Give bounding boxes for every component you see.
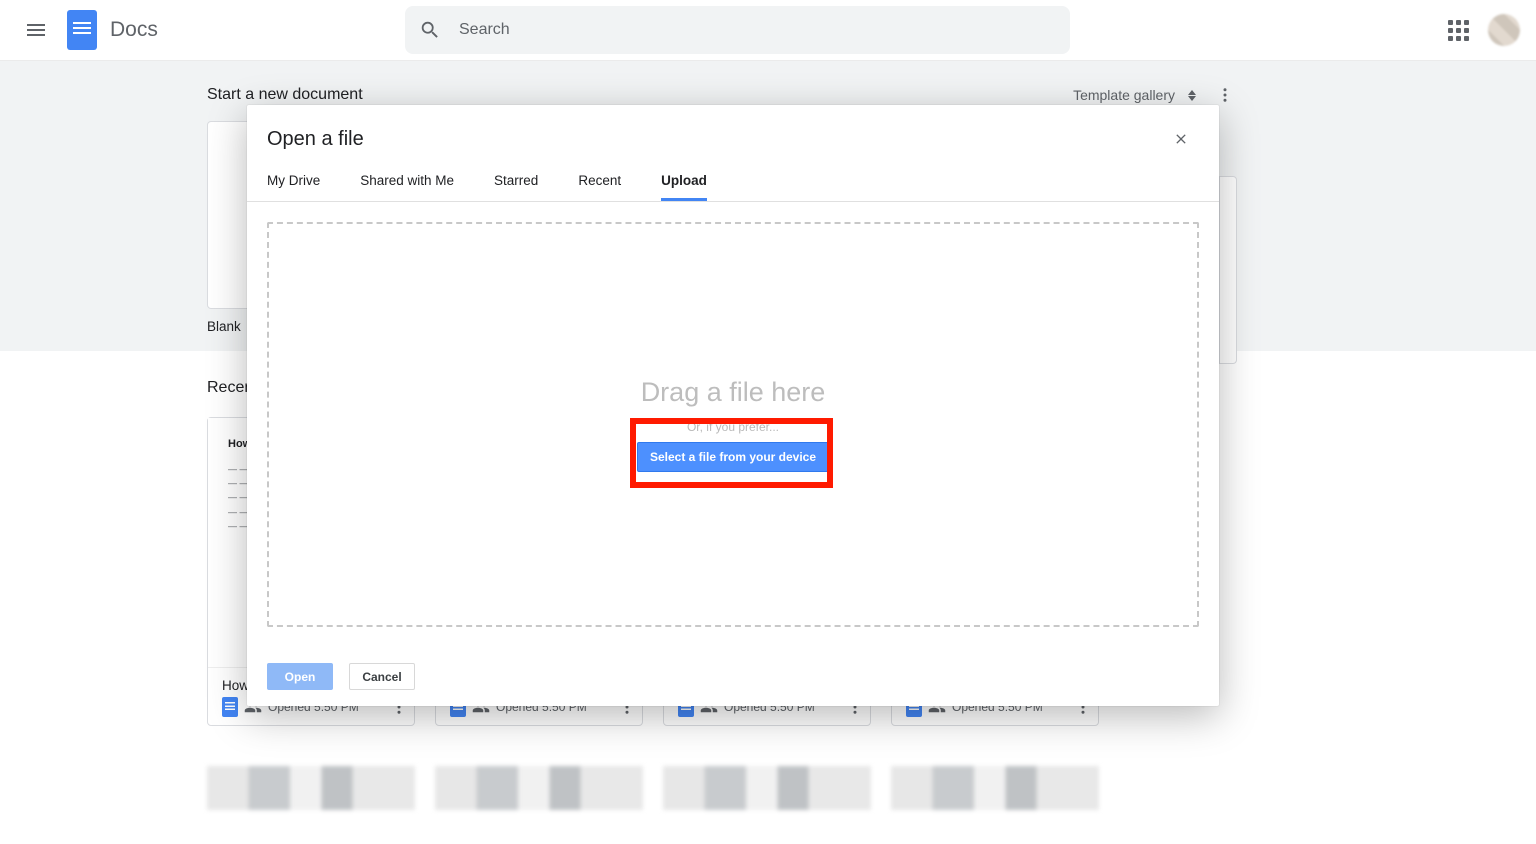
open-file-dialog: Open a file My Drive Shared with Me Starre… [247,105,1219,706]
search-input[interactable] [459,21,1056,39]
template-gallery-button[interactable]: Template gallery [1073,87,1199,103]
document-card[interactable] [207,766,415,810]
document-card[interactable] [663,766,871,810]
search-icon [419,19,441,41]
main-menu-button[interactable] [12,6,60,54]
start-new-document-title: Start a new document [207,86,363,104]
tab-starred[interactable]: Starred [494,173,538,201]
docs-file-icon [222,697,238,717]
select-file-button[interactable]: Select a file from your device [637,442,829,472]
close-icon [1173,131,1189,147]
cancel-button[interactable]: Cancel [349,663,415,690]
dialog-tabs: My Drive Shared with Me Starred Recent Uploa… [247,153,1219,202]
drag-file-text: Drag a file here [641,377,826,408]
template-peek [1219,176,1237,364]
dialog-title: Open a file [267,128,364,151]
hamburger-icon [24,18,48,42]
search-bar[interactable] [405,6,1070,54]
templates-more-button[interactable] [1213,83,1237,107]
more-vert-icon [1216,86,1234,104]
template-gallery-label: Template gallery [1073,87,1175,103]
top-bar: Docs [0,0,1536,61]
close-button[interactable] [1167,125,1195,153]
account-avatar[interactable] [1488,14,1520,46]
tab-my-drive[interactable]: My Drive [267,173,320,201]
expand-icon [1185,87,1199,103]
tab-recent[interactable]: Recent [578,173,621,201]
tab-upload[interactable]: Upload [661,173,707,201]
google-apps-button[interactable] [1446,18,1470,42]
document-card[interactable] [435,766,643,810]
docs-logo[interactable] [64,12,100,48]
document-card[interactable] [891,766,1099,810]
app-title: Docs [110,18,158,42]
upload-drop-zone[interactable]: Drag a file here Or, if you prefer... Se… [267,222,1199,627]
or-prefer-text: Or, if you prefer... [687,420,779,434]
tab-shared-with-me[interactable]: Shared with Me [360,173,454,201]
open-button[interactable]: Open [267,663,333,690]
